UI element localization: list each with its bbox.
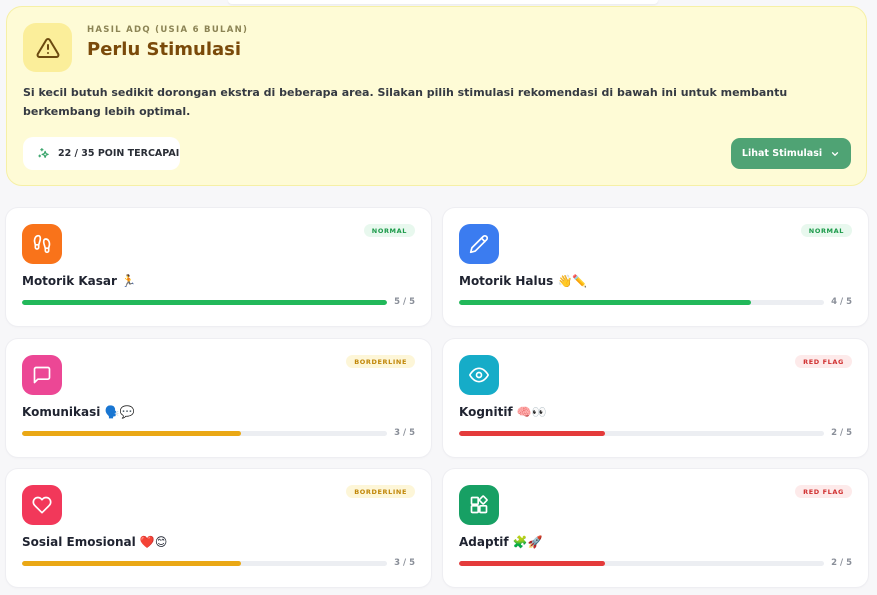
progress-track xyxy=(459,300,824,305)
status-badge: NORMAL xyxy=(363,224,415,237)
domain-title: Sosial Emosional ❤️😊 xyxy=(22,535,168,549)
status-badge: NORMAL xyxy=(800,224,852,237)
chat-bubble-icon xyxy=(33,366,51,384)
domain-card-motorik-halus[interactable]: NORMAL Motorik Halus 👋✏️ 4 / 5 xyxy=(443,208,868,326)
result-description: Si kecil butuh sedikit dorongan ekstra d… xyxy=(23,86,788,118)
domain-title: Adaptif 🧩🚀 xyxy=(459,535,543,549)
score-label: 4 / 5 xyxy=(831,297,852,307)
pencil-icon-box xyxy=(459,224,499,264)
progress-fill xyxy=(22,561,241,566)
pencil-icon xyxy=(469,235,488,254)
points-pill: 22 / 35 POIN TERCAPAI xyxy=(23,137,180,170)
domain-card-kognitif[interactable]: RED FLAG Kognitif 🧠👀 2 / 5 xyxy=(443,339,868,457)
progress-track xyxy=(459,561,824,566)
chat-bubble-icon-box xyxy=(22,355,62,395)
puzzle-blocks-icon xyxy=(470,495,488,514)
progress-track xyxy=(22,300,387,305)
warning-icon-box xyxy=(23,23,72,72)
status-badge: BORDERLINE xyxy=(346,485,415,498)
status-badge: RED FLAG xyxy=(795,485,852,498)
result-title: Perlu Stimulasi xyxy=(87,39,242,60)
status-badge: RED FLAG xyxy=(795,355,852,368)
points-label: 22 / 35 POIN TERCAPAI xyxy=(58,148,180,159)
previous-card-edge xyxy=(228,0,658,4)
progress-track xyxy=(22,561,387,566)
score-label: 5 / 5 xyxy=(394,297,415,307)
domain-title: Motorik Halus 👋✏️ xyxy=(459,274,588,288)
score-label: 2 / 5 xyxy=(831,558,852,568)
domain-card-sosial-emosional[interactable]: BORDERLINE Sosial Emosional ❤️😊 3 / 5 xyxy=(6,469,431,587)
warning-icon xyxy=(36,37,59,58)
result-eyebrow: HASIL ADQ (USIA 6 BULAN) xyxy=(87,25,249,35)
view-stimulation-button[interactable]: Lihat Stimulasi xyxy=(731,138,851,169)
domain-card-motorik-kasar[interactable]: NORMAL Motorik Kasar 🏃 5 / 5 xyxy=(6,208,431,326)
puzzle-blocks-icon-box xyxy=(459,485,499,525)
score-label: 3 / 5 xyxy=(394,558,415,568)
progress-fill xyxy=(459,561,605,566)
progress-track xyxy=(459,431,824,436)
adq-summary-card: HASIL ADQ (USIA 6 BULAN) Perlu Stimulasi… xyxy=(6,6,867,186)
eye-icon-box xyxy=(459,355,499,395)
domain-title: Motorik Kasar 🏃 xyxy=(22,274,137,288)
chevron-down-icon xyxy=(831,151,839,156)
domain-title: Kognitif 🧠👀 xyxy=(459,405,547,419)
score-label: 3 / 5 xyxy=(394,428,415,438)
sparkle-icon xyxy=(38,148,49,158)
heart-icon-box xyxy=(22,485,62,525)
view-stimulation-label: Lihat Stimulasi xyxy=(741,148,823,159)
score-label: 2 / 5 xyxy=(831,428,852,438)
progress-fill xyxy=(22,300,387,305)
domain-title: Komunikasi 🗣️💬 xyxy=(22,405,135,419)
domain-card-komunikasi[interactable]: BORDERLINE Komunikasi 🗣️💬 3 / 5 xyxy=(6,339,431,457)
progress-fill xyxy=(459,300,751,305)
eye-icon xyxy=(469,367,489,383)
progress-track xyxy=(22,431,387,436)
domain-card-adaptif[interactable]: RED FLAG Adaptif 🧩🚀 2 / 5 xyxy=(443,469,868,587)
footprints-icon-box xyxy=(22,224,62,264)
progress-fill xyxy=(459,431,605,436)
status-badge: BORDERLINE xyxy=(346,355,415,368)
heart-icon xyxy=(32,496,52,514)
footprints-icon xyxy=(33,234,51,254)
progress-fill xyxy=(22,431,241,436)
